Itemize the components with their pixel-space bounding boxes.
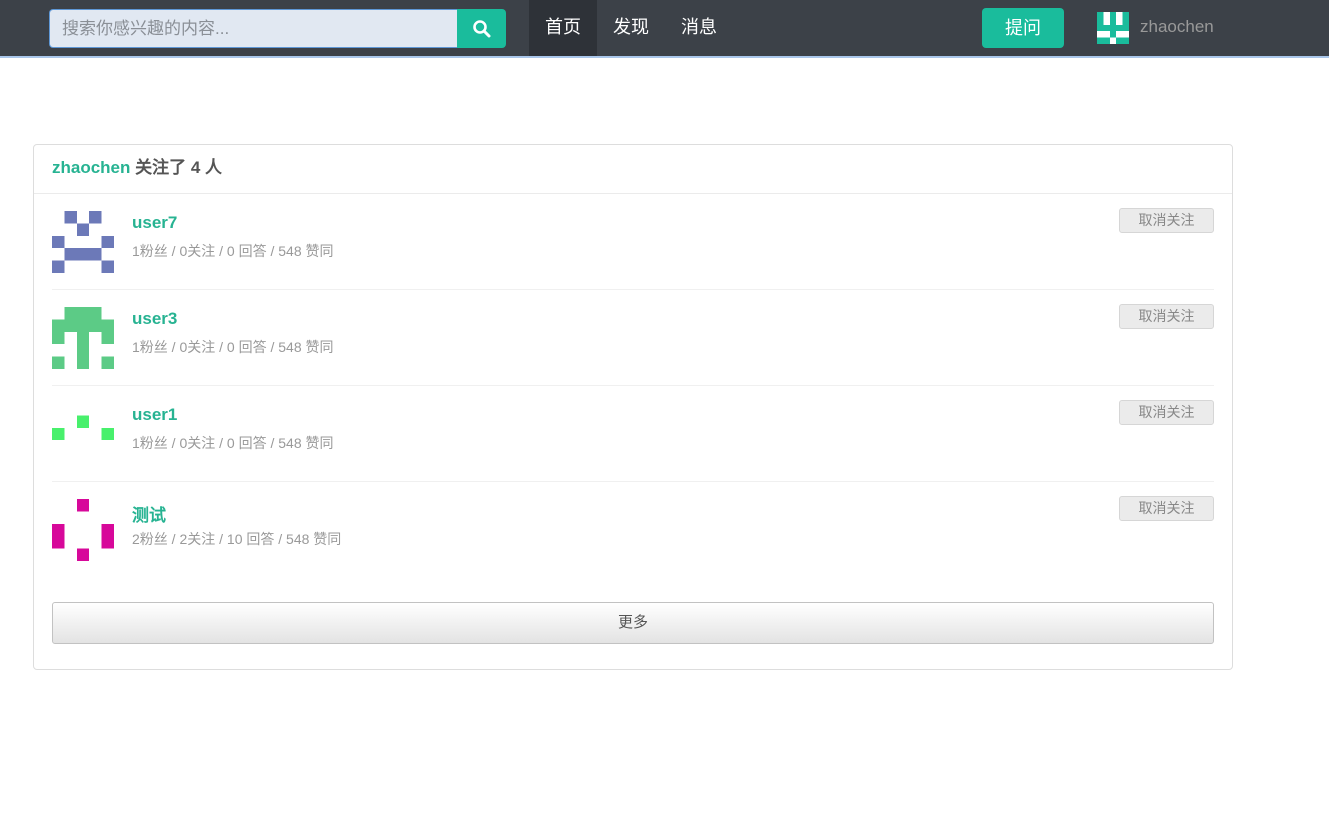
nav-discover[interactable]: 发现 [597,0,665,56]
avatar-pixels [52,307,114,369]
following-row: 测试 2粉丝 / 2关注 / 10 回答 / 548 赞同 取消关注 [52,481,1214,577]
avatar[interactable] [52,499,114,561]
main-nav: 首页 发现 消息 [529,0,733,56]
search-bar [49,9,506,48]
nav-messages[interactable]: 消息 [665,0,733,56]
search-button[interactable] [457,9,506,48]
user-name-link[interactable]: user1 [132,405,177,425]
panel-title: zhaochen 关注了 4 人 [34,145,1232,194]
user-stats: 2粉丝 / 2关注 / 10 回答 / 548 赞同 [132,531,342,547]
unfollow-button[interactable]: 取消关注 [1119,304,1214,329]
unfollow-button[interactable]: 取消关注 [1119,400,1214,425]
ask-question-button[interactable]: 提问 [982,8,1064,48]
avatar[interactable] [52,403,114,465]
following-row: user1 1粉丝 / 0关注 / 0 回答 / 548 赞同 取消关注 [52,385,1214,482]
search-icon [472,19,490,37]
user-stats: 1粉丝 / 0关注 / 0 回答 / 548 赞同 [132,435,334,451]
panel-title-suffix: 关注了 4 人 [130,158,223,177]
nav-home[interactable]: 首页 [529,0,597,56]
user-avatar[interactable] [1097,12,1129,44]
top-navbar: 首页 发现 消息 提问 zhaochen [0,0,1329,58]
user-name-link[interactable]: user3 [132,309,177,329]
user-name-link[interactable]: 测试 [132,501,166,526]
load-more-button[interactable]: 更多 [52,602,1214,644]
header-username[interactable]: zhaochen [1140,17,1214,37]
avatar-pixels [52,415,114,441]
user-name-link[interactable]: user7 [132,213,177,233]
unfollow-button[interactable]: 取消关注 [1119,208,1214,233]
avatar[interactable] [52,307,114,369]
unfollow-button[interactable]: 取消关注 [1119,496,1214,521]
user-stats: 1粉丝 / 0关注 / 0 回答 / 548 赞同 [132,243,334,259]
panel-username[interactable]: zhaochen [52,158,130,177]
search-input[interactable] [49,9,457,48]
avatar[interactable] [52,211,114,273]
user-stats: 1粉丝 / 0关注 / 0 回答 / 548 赞同 [132,339,334,355]
following-panel: zhaochen 关注了 4 人 user7 1粉丝 / 0关注 / 0 回答 … [33,144,1233,670]
following-row: user7 1粉丝 / 0关注 / 0 回答 / 548 赞同 取消关注 [52,193,1214,290]
avatar-pixels [52,211,114,273]
avatar-pixels [52,499,114,561]
following-row: user3 1粉丝 / 0关注 / 0 回答 / 548 赞同 取消关注 [52,289,1214,386]
